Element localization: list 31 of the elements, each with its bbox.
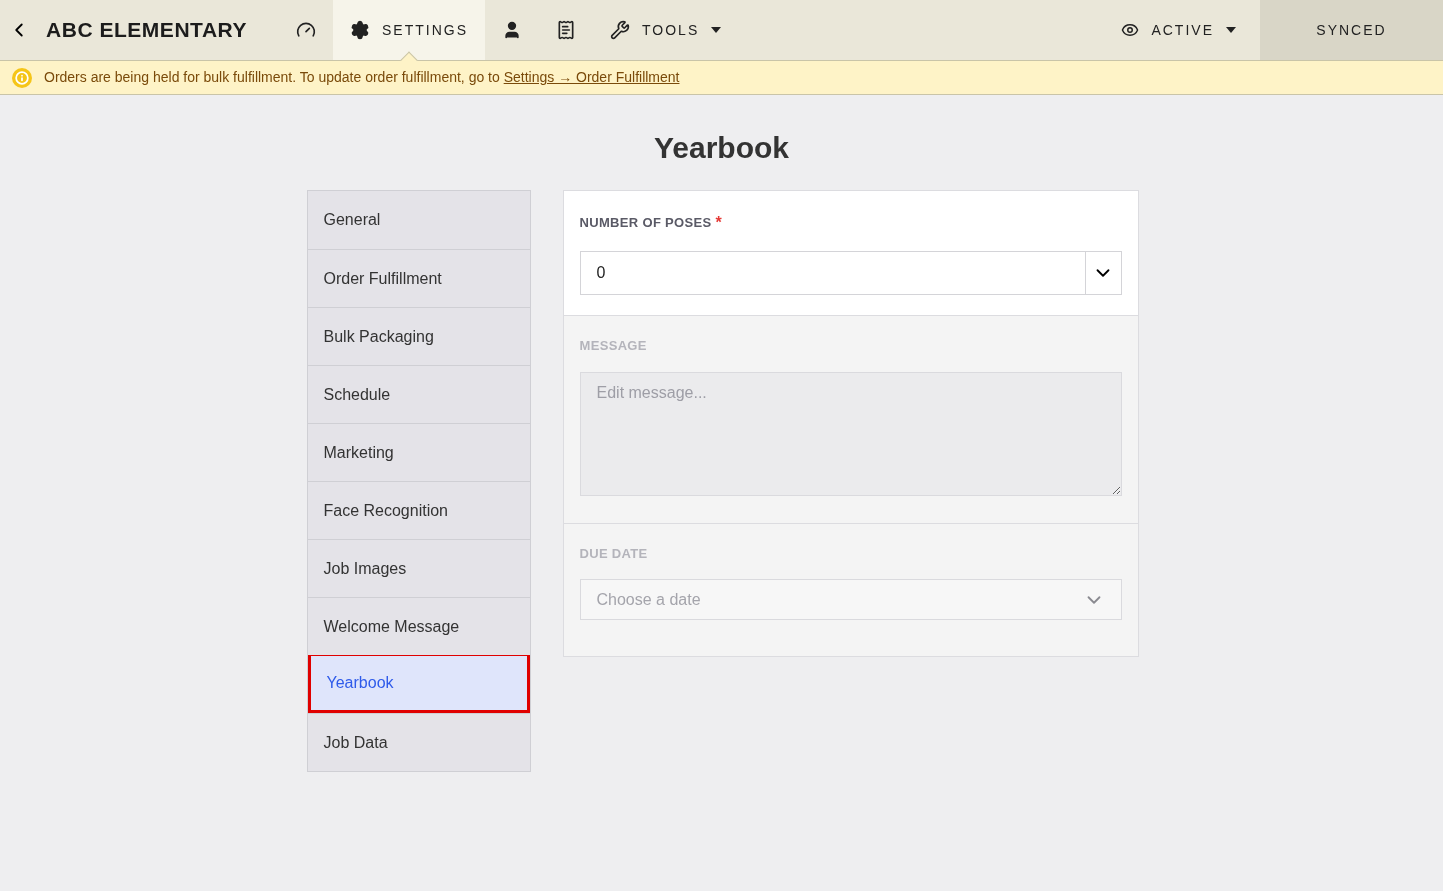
status-dropdown[interactable]: ACTIVE — [1097, 0, 1260, 60]
date-picker: Choose a date — [579, 579, 1122, 620]
sidebar-item[interactable]: Schedule — [307, 365, 530, 423]
sidebar-item[interactable]: Job Data — [307, 713, 530, 771]
tools-icon — [610, 20, 631, 40]
field-label: NUMBER OF POSES — [579, 214, 712, 233]
message-textarea: Edit message... — [579, 371, 1122, 496]
sidebar-item[interactable]: Face Recognition — [307, 481, 530, 539]
info-icon — [12, 67, 32, 88]
caret-icon — [1226, 27, 1236, 33]
sync-status: SYNCED — [1260, 0, 1443, 60]
select-value: 0 — [595, 263, 607, 283]
notice-text: Orders are being held for bulk fulfillment. To update order fulfillment, go to Settings → Order Fulfillment — [44, 68, 680, 87]
gauge-icon — [296, 20, 316, 40]
receipt-icon — [556, 20, 577, 40]
required-marker: * — [715, 213, 722, 233]
sidebar-item[interactable]: Job Images — [307, 539, 530, 597]
settings-icon — [350, 20, 370, 40]
sidebar-item[interactable]: Yearbook — [307, 655, 530, 713]
sidebar-item[interactable]: Order Fulfillment — [307, 249, 530, 307]
sidebar-item[interactable]: Marketing — [307, 423, 530, 481]
page-title: Yearbook — [652, 130, 791, 166]
field-label: MESSAGE — [579, 337, 647, 355]
sidebar-item[interactable]: General — [307, 191, 530, 249]
nav-tab[interactable]: TOOLS — [593, 0, 739, 60]
field-label: DUE DATE — [579, 544, 648, 563]
sidebar-item[interactable]: Bulk Packaging — [307, 307, 530, 365]
eye-icon — [1121, 21, 1140, 39]
school-title: ABC ELEMENTARY — [46, 17, 247, 44]
poses-select[interactable]: 0 — [579, 251, 1122, 295]
settings-link[interactable]: Settings → Order Fulfillment — [503, 69, 680, 85]
